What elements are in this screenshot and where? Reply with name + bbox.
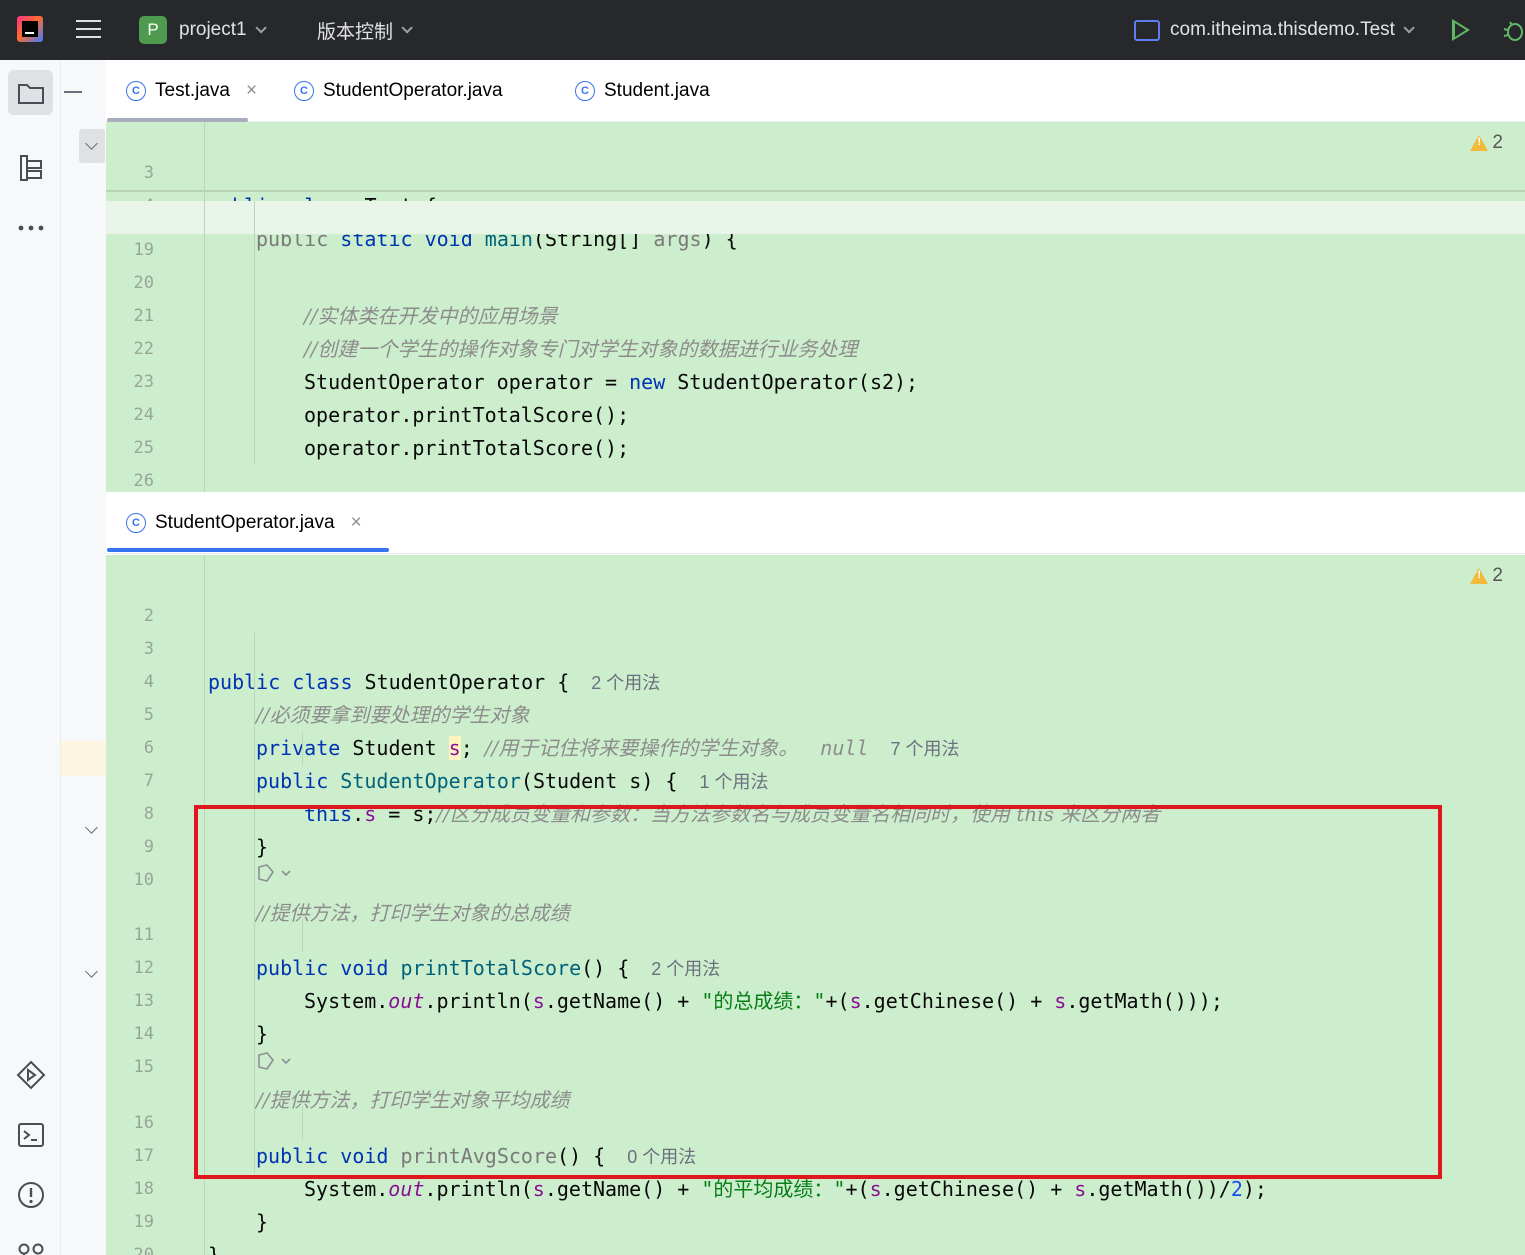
- project-panel-collapsed: [61, 60, 106, 1255]
- project-tool-button[interactable]: [8, 70, 53, 115]
- code-line[interactable]: 26 }: [106, 432, 1525, 491]
- gutter-highlight: [61, 741, 106, 776]
- tab-label: Student.java: [604, 80, 710, 101]
- tab-studentoperator-java[interactable]: C StudentOperator.java ×: [126, 492, 362, 554]
- code-line[interactable]: 24 operator.printTotalScore();: [106, 366, 1525, 460]
- structure-tool-button[interactable]: [8, 145, 53, 190]
- class-icon: C: [126, 513, 146, 533]
- problems-icon: [17, 1181, 44, 1208]
- main-menu-icon[interactable]: [76, 20, 101, 40]
- sticky-divider: [106, 190, 1525, 192]
- services-icon: [16, 1060, 45, 1089]
- close-icon[interactable]: ×: [246, 80, 257, 102]
- code-line[interactable]: 8 }: [106, 765, 1525, 859]
- code-line[interactable]: 25: [106, 399, 1525, 458]
- problems-tool-button[interactable]: [8, 1172, 53, 1217]
- code-line[interactable]: 27 }: [106, 465, 1525, 492]
- sticky-line: 4 public static void main(String[] args)…: [144, 196, 738, 251]
- code-line[interactable]: 22 StudentOperator operator = new Studen…: [106, 300, 1525, 394]
- run-config-selector[interactable]: com.itheima.thisdemo.Test: [1134, 0, 1415, 60]
- code-line[interactable]: 19: [106, 201, 1525, 260]
- debug-button[interactable]: [1502, 18, 1525, 42]
- code-line[interactable]: 23 operator.printTotalScore();: [106, 333, 1525, 427]
- tab-label: Test.java: [155, 80, 230, 101]
- services-tool-button[interactable]: [8, 1052, 53, 1097]
- active-tab-indicator: [107, 548, 389, 552]
- terminal-tool-button[interactable]: [8, 1112, 53, 1157]
- vcs-label: 版本控制: [317, 21, 394, 43]
- chevron-down-icon: [1403, 22, 1415, 34]
- run-config-icon: [1134, 19, 1160, 41]
- project-selector[interactable]: P project1: [139, 0, 267, 60]
- highlight-annotation-box: [194, 805, 1442, 1179]
- tab-label: StudentOperator.java: [155, 512, 335, 533]
- chevron-down-icon: [401, 22, 413, 34]
- code-line[interactable]: 2: [106, 567, 1525, 626]
- code-line[interactable]: 5 private Student s; //用于记住将来要操作的学生对象。 nu…: [106, 666, 1525, 760]
- tool-window-strip: [0, 60, 61, 1255]
- tab-test-java[interactable]: C Test.java ×: [126, 60, 257, 122]
- close-icon[interactable]: ×: [351, 512, 362, 534]
- more-icon: [18, 225, 43, 230]
- terminal-icon: [17, 1122, 44, 1147]
- intellij-logo-icon: [17, 16, 43, 42]
- editor-tabs-top: C Test.java × C StudentOperator.java C S…: [106, 60, 1525, 122]
- git-tool-button[interactable]: [8, 1230, 53, 1255]
- project-badge: P: [139, 16, 167, 44]
- class-icon: C: [126, 81, 146, 101]
- title-bar: P project1 版本控制 com.itheima.thisdemo.Tes…: [0, 0, 1525, 60]
- tab-label: StudentOperator.java: [323, 80, 503, 101]
- more-tools-button[interactable]: [8, 205, 53, 250]
- tab-studentoperator-java[interactable]: C StudentOperator.java: [294, 60, 503, 122]
- sticky-line: 3 public class Test {: [143, 163, 437, 218]
- vcs-menu[interactable]: 版本控制: [317, 0, 413, 60]
- tab-student-java[interactable]: C Student.java: [575, 60, 710, 122]
- project-name: project1: [179, 19, 247, 40]
- class-icon: C: [294, 81, 314, 101]
- code-line[interactable]: 20 //实体类在开发中的应用场景: [106, 234, 1525, 328]
- code-line[interactable]: 3 public class StudentOperator {2 个用法: [106, 600, 1525, 694]
- run-config-name: com.itheima.thisdemo.Test: [1170, 19, 1395, 40]
- git-icon: [18, 1243, 43, 1255]
- code-line[interactable]: 20: [106, 1206, 1525, 1255]
- minimize-icon[interactable]: [64, 91, 82, 93]
- fold-toggle[interactable]: [79, 129, 105, 163]
- structure-icon: [19, 154, 42, 181]
- chevron-down-icon: [255, 22, 267, 34]
- class-icon: C: [575, 81, 595, 101]
- code-line[interactable]: 4 //必须要拿到要处理的学生对象: [106, 633, 1525, 727]
- editor-tabs-bottom: C StudentOperator.java ×: [106, 492, 1525, 554]
- folder-icon: [17, 83, 44, 104]
- code-line[interactable]: 21 //创建一个学生的操作对象专门对学生对象的数据进行业务处理: [106, 267, 1525, 361]
- code-line[interactable]: 7 this.s = s;//区分成员变量和参数：当方法参数名与成员变量名相同时…: [106, 732, 1525, 826]
- run-button[interactable]: [1452, 19, 1470, 41]
- editor-pane-test[interactable]: 2 3 public class Test { 4 public static …: [106, 122, 1525, 492]
- code-line[interactable]: 6 public StudentOperator(Student s) {1 个…: [106, 699, 1525, 793]
